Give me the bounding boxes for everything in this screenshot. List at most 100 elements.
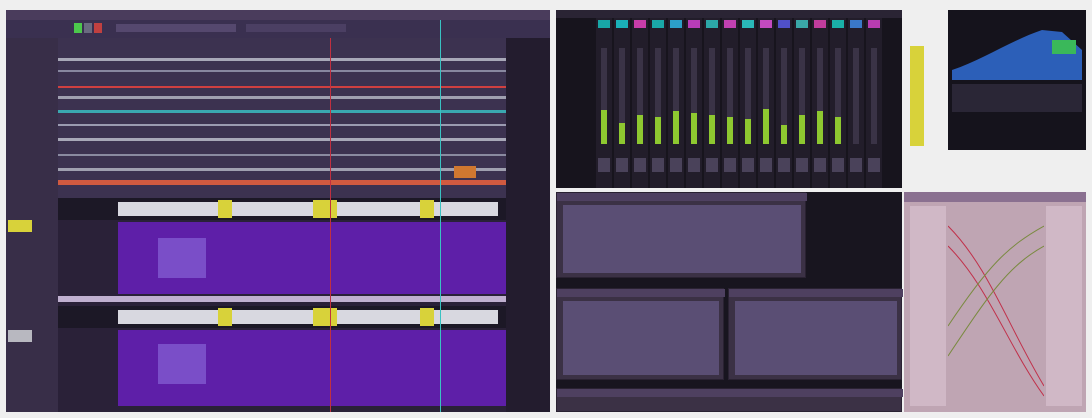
- channel-color-header: [850, 20, 862, 28]
- channel-fader[interactable]: [832, 158, 844, 172]
- meter-level: [619, 123, 625, 144]
- daw-arrangement-window: [6, 10, 550, 412]
- clip-marker[interactable]: [420, 200, 434, 218]
- plugin-window[interactable]: [556, 288, 725, 380]
- mixer-title-bar[interactable]: [556, 10, 902, 18]
- channel-fader[interactable]: [778, 158, 790, 172]
- mixer-channel-strip[interactable]: [596, 18, 612, 188]
- meter-level: [745, 119, 751, 144]
- meter-level: [835, 117, 841, 144]
- mixer-channel-strip[interactable]: [614, 18, 630, 188]
- channel-color-header: [616, 20, 628, 28]
- routing-matrix-window: [904, 192, 1086, 412]
- channel-fader[interactable]: [616, 158, 628, 172]
- lane-line: [58, 110, 506, 113]
- stop-icon[interactable]: [84, 23, 92, 33]
- router-tab-bar[interactable]: [904, 192, 1086, 202]
- channel-color-header: [832, 20, 844, 28]
- mixer-channel-strip[interactable]: [704, 18, 720, 188]
- toolbar-button-row[interactable]: [116, 24, 236, 32]
- toolbar[interactable]: [6, 20, 550, 38]
- plugin-title-bar[interactable]: [557, 289, 725, 297]
- channel-fader[interactable]: [706, 158, 718, 172]
- parameter-grid[interactable]: [563, 205, 801, 273]
- routing-connections: [948, 225, 1044, 397]
- mixer-channel-strip[interactable]: [758, 18, 774, 188]
- record-icon[interactable]: [94, 23, 102, 33]
- mixer-channel-strip[interactable]: [650, 18, 666, 188]
- meter-level: [781, 125, 787, 144]
- meter-level: [601, 110, 607, 144]
- meter-level: [637, 115, 643, 144]
- clip[interactable]: [118, 310, 498, 324]
- menu-bar[interactable]: [6, 10, 550, 20]
- clip-marker[interactable]: [218, 308, 232, 326]
- mixer-channel-strip[interactable]: [866, 18, 882, 188]
- track-header-column[interactable]: [6, 38, 58, 412]
- channel-color-header: [868, 20, 880, 28]
- playhead-line[interactable]: [440, 20, 441, 412]
- master-meter: [910, 46, 924, 146]
- mixer-channel-strip[interactable]: [776, 18, 792, 188]
- router-left-ports[interactable]: [910, 206, 946, 406]
- mixer-channel-strip[interactable]: [830, 18, 846, 188]
- clip[interactable]: [118, 202, 498, 216]
- channel-fader[interactable]: [652, 158, 664, 172]
- lane-line: [58, 168, 506, 171]
- router-right-ports[interactable]: [1046, 206, 1082, 406]
- plugin-title-bar[interactable]: [729, 289, 903, 297]
- meter-level: [817, 111, 823, 144]
- plugin-title-bar[interactable]: [557, 193, 807, 201]
- channel-color-header: [688, 20, 700, 28]
- clip-marker[interactable]: [420, 308, 434, 326]
- channel-fader[interactable]: [742, 158, 754, 172]
- clip-marker[interactable]: [313, 308, 337, 326]
- channel-color-header: [760, 20, 772, 28]
- mixer-channel-strip[interactable]: [722, 18, 738, 188]
- channel-fader[interactable]: [796, 158, 808, 172]
- midi-clip[interactable]: [118, 222, 506, 294]
- channel-fader[interactable]: [724, 158, 736, 172]
- track-header[interactable]: [8, 220, 32, 232]
- meter-track: [871, 48, 877, 144]
- toolbar-button-row-2[interactable]: [246, 24, 346, 32]
- automation-marker[interactable]: [454, 166, 476, 178]
- plugin-window[interactable]: [728, 288, 903, 380]
- channel-fader[interactable]: [868, 158, 880, 172]
- mixer-channel-strip[interactable]: [794, 18, 810, 188]
- mixer-channel-strip[interactable]: [740, 18, 756, 188]
- meter-level: [691, 113, 697, 144]
- plugin-window[interactable]: [556, 192, 807, 278]
- meter-level: [727, 117, 733, 144]
- midi-clip[interactable]: [118, 330, 506, 406]
- play-icon[interactable]: [74, 23, 82, 33]
- channel-fader[interactable]: [814, 158, 826, 172]
- lane-line: [58, 96, 506, 99]
- channel-fader[interactable]: [850, 158, 862, 172]
- mixer-channel-strip[interactable]: [686, 18, 702, 188]
- parameter-grid[interactable]: [735, 301, 897, 375]
- mixer-channel-strip[interactable]: [848, 18, 864, 188]
- plugin-title-bar[interactable]: [557, 389, 903, 397]
- clip-lane[interactable]: [58, 306, 506, 328]
- channel-fader[interactable]: [760, 158, 772, 172]
- clip-marker[interactable]: [313, 200, 337, 218]
- channel-color-header: [724, 20, 736, 28]
- mixer-channel-strip[interactable]: [632, 18, 648, 188]
- track-header[interactable]: [8, 330, 32, 342]
- channel-fader[interactable]: [688, 158, 700, 172]
- vertical-scrollbar[interactable]: [506, 38, 550, 412]
- channel-fader[interactable]: [598, 158, 610, 172]
- parameter-grid[interactable]: [563, 301, 719, 375]
- midi-notes: [158, 238, 206, 278]
- clip-marker[interactable]: [218, 200, 232, 218]
- clip-lane[interactable]: [58, 198, 506, 220]
- automation-lanes[interactable]: [58, 38, 506, 198]
- channel-fader[interactable]: [670, 158, 682, 172]
- mixer-channel-strip[interactable]: [668, 18, 684, 188]
- plugin-window[interactable]: [556, 388, 903, 412]
- mixer-channel-strip[interactable]: [812, 18, 828, 188]
- clip-lane-divider: [58, 296, 506, 302]
- channel-fader[interactable]: [634, 158, 646, 172]
- analyzer-controls[interactable]: [952, 84, 1082, 112]
